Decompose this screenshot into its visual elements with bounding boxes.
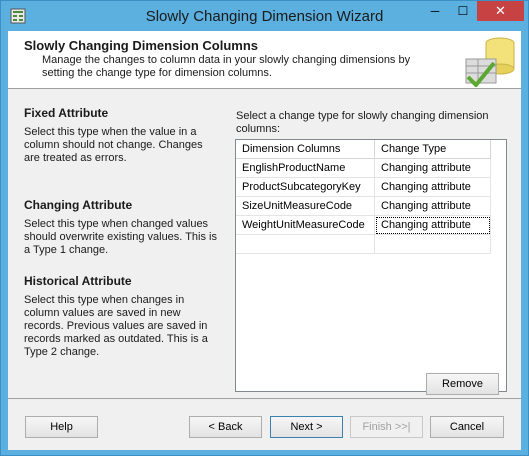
- dimension-columns-grid[interactable]: Dimension Columns Change Type EnglishPro…: [235, 139, 507, 392]
- change-type-cell-selected[interactable]: Changing attribute: [375, 216, 491, 235]
- grid-header-row: Dimension Columns Change Type: [236, 140, 491, 159]
- change-type-cell[interactable]: Changing attribute: [375, 159, 491, 178]
- fixed-attribute-info: Fixed Attribute Select this type when th…: [24, 106, 219, 165]
- maximize-button[interactable]: ☐: [450, 1, 476, 21]
- changing-attribute-info: Changing Attribute Select this type when…: [24, 198, 219, 257]
- change-type-cell[interactable]: Changing attribute: [375, 178, 491, 197]
- next-button[interactable]: Next >: [270, 416, 343, 438]
- close-button[interactable]: ✕: [477, 1, 524, 21]
- minimize-button[interactable]: ─: [422, 1, 448, 21]
- fixed-attribute-text: Select this type when the value in a col…: [24, 126, 203, 164]
- column-header-change-type[interactable]: Change Type: [375, 140, 491, 159]
- finish-button[interactable]: Finish >>|: [350, 416, 423, 438]
- close-icon: ✕: [495, 3, 506, 18]
- minimize-icon: ─: [430, 4, 440, 18]
- dimension-column-cell[interactable]: EnglishProductName: [236, 159, 375, 178]
- help-button[interactable]: Help: [25, 416, 98, 438]
- cancel-button[interactable]: Cancel: [430, 416, 504, 438]
- dimension-column-cell[interactable]: SizeUnitMeasureCode: [236, 197, 375, 216]
- footer-divider: [8, 398, 521, 399]
- back-button[interactable]: < Back: [189, 416, 262, 438]
- wizard-window: Slowly Changing Dimension Wizard ─ ☐ ✕ S…: [0, 0, 529, 456]
- empty-change-type-cell[interactable]: [375, 235, 491, 254]
- wizard-client-area: Slowly Changing Dimension Columns Manage…: [8, 31, 521, 450]
- wizard-header: Slowly Changing Dimension Columns Manage…: [8, 31, 521, 89]
- database-graphic-icon: [456, 33, 518, 87]
- change-type-cell[interactable]: Changing attribute: [375, 197, 491, 216]
- empty-dimension-column-cell[interactable]: [236, 235, 375, 254]
- column-header-dimension-columns[interactable]: Dimension Columns: [236, 140, 375, 159]
- dimension-column-cell[interactable]: WeightUnitMeasureCode: [236, 216, 375, 235]
- maximize-icon: ☐: [457, 4, 469, 18]
- historical-attribute-text: Select this type when changes in column …: [24, 294, 208, 358]
- table-row[interactable]: ProductSubcategoryKey Changing attribute: [236, 178, 491, 197]
- page-description: Manage the changes to column data in you…: [42, 54, 411, 79]
- new-row-placeholder[interactable]: [236, 235, 491, 254]
- table-row[interactable]: SizeUnitMeasureCode Changing attribute: [236, 197, 491, 216]
- historical-attribute-heading: Historical Attribute: [24, 274, 132, 288]
- remove-button[interactable]: Remove: [426, 373, 499, 395]
- page-title: Slowly Changing Dimension Columns: [24, 38, 259, 53]
- dimension-column-cell[interactable]: ProductSubcategoryKey: [236, 178, 375, 197]
- table-row[interactable]: EnglishProductName Changing attribute: [236, 159, 491, 178]
- changing-attribute-heading: Changing Attribute: [24, 198, 133, 212]
- window-title: Slowly Changing Dimension Wizard: [145, 8, 384, 25]
- grid-prompt: Select a change type for slowly changing…: [236, 110, 489, 135]
- changing-attribute-text: Select this type when changed values sho…: [24, 218, 217, 256]
- fixed-attribute-heading: Fixed Attribute: [24, 106, 109, 120]
- title-bar[interactable]: Slowly Changing Dimension Wizard ─ ☐ ✕: [1, 1, 528, 31]
- historical-attribute-info: Historical Attribute Select this type wh…: [24, 274, 219, 359]
- table-row[interactable]: WeightUnitMeasureCode Changing attribute: [236, 216, 491, 235]
